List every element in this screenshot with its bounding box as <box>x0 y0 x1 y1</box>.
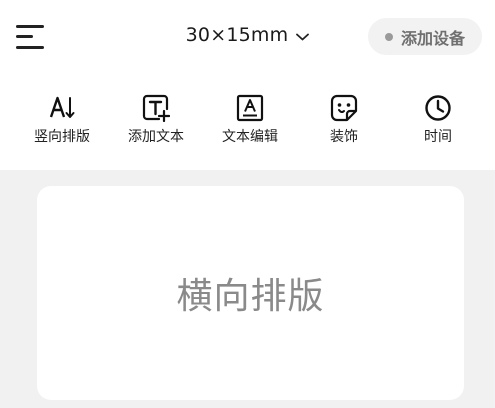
vertical-layout-icon <box>17 92 107 123</box>
menu-icon[interactable] <box>16 23 48 51</box>
add-text-icon <box>111 92 201 123</box>
text-edit-icon <box>205 92 295 123</box>
sticker-icon <box>299 92 389 123</box>
time-label: 时间 <box>424 129 452 145</box>
text-edit-label: 文本编辑 <box>222 129 278 145</box>
vertical-layout-label: 竖向排版 <box>34 129 90 145</box>
add-device-label: 添加设备 <box>400 28 465 48</box>
label-preview-text: 横向排版 <box>176 276 325 317</box>
clock-icon <box>393 92 483 123</box>
text-edit-button[interactable]: 文本编辑 <box>205 92 295 146</box>
canvas-area: 横向排版 <box>0 170 495 408</box>
vertical-layout-button[interactable]: 竖向排版 <box>17 92 107 146</box>
add-device-button[interactable]: 添加设备 <box>368 18 482 55</box>
decoration-button[interactable]: 装饰 <box>299 92 389 146</box>
label-size-dropdown[interactable]: 30×15mm <box>186 24 310 46</box>
add-text-label: 添加文本 <box>128 129 184 145</box>
connection-status-dot <box>384 32 393 41</box>
top-bar: 30×15mm 添加设备 <box>0 0 495 75</box>
label-size-value: 30×15mm <box>185 24 289 46</box>
time-button[interactable]: 时间 <box>393 92 483 146</box>
decoration-label: 装饰 <box>330 129 358 145</box>
label-preview-card[interactable]: 横向排版 <box>37 186 464 400</box>
edit-toolbar: 竖向排版 添加文本 文本编辑 装饰 时间 <box>0 92 495 154</box>
chevron-down-icon <box>296 26 310 45</box>
add-text-button[interactable]: 添加文本 <box>111 92 201 146</box>
